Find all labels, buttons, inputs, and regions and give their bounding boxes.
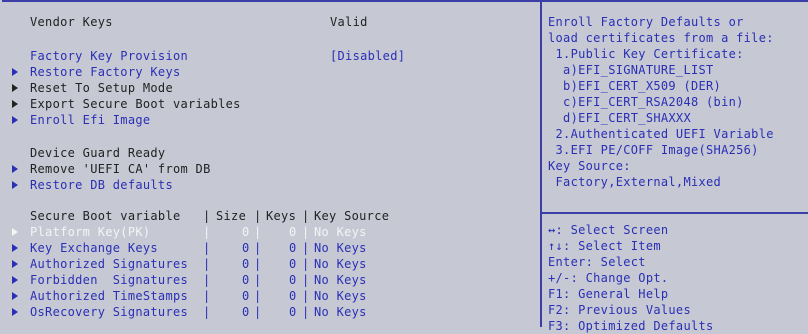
column-divider: |: [302, 289, 310, 303]
submenu-arrow-icon: [12, 228, 18, 236]
table-row-size: 0: [242, 289, 250, 303]
table-header-size: Size: [216, 209, 247, 223]
table-row-name[interactable]: OsRecovery Signatures: [30, 304, 188, 320]
table-row-size: 0: [242, 241, 250, 255]
help-line: 2.Authenticated UEFI Variable: [548, 127, 774, 141]
table-row-keys: 0: [289, 241, 297, 255]
key-help-f3: F3: Optimized Defaults: [548, 319, 714, 333]
column-divider: |: [302, 241, 310, 255]
table-row-source: No Keys: [314, 273, 367, 287]
table-row-keys: 0: [289, 305, 297, 319]
column-divider: |: [254, 209, 262, 223]
submenu-arrow-icon: [12, 260, 18, 268]
column-divider: |: [203, 257, 211, 271]
column-divider: |: [254, 273, 262, 287]
table-row-size: 0: [242, 273, 250, 287]
table-row-keys: 0: [289, 225, 297, 239]
submenu-arrow-icon: [12, 181, 18, 189]
submenu-arrow-icon: [12, 308, 18, 316]
vendor-keys-label: Vendor Keys: [30, 15, 113, 29]
submenu-arrow-icon: [12, 100, 18, 108]
table-row-name[interactable]: Authorized Signatures: [30, 256, 188, 272]
column-divider: |: [302, 225, 310, 239]
submenu-arrow-icon: [12, 276, 18, 284]
column-divider: |: [254, 305, 262, 319]
table-row-source: No Keys: [314, 225, 367, 239]
help-line: a)EFI_SIGNATURE_LIST: [548, 63, 714, 77]
factory-key-provision-value[interactable]: [Disabled]: [330, 48, 405, 64]
table-row-size: 0: [242, 225, 250, 239]
column-divider: |: [302, 273, 310, 287]
submenu-arrow-icon: [12, 68, 18, 76]
remove-uefi-ca-item[interactable]: Remove 'UEFI CA' from DB: [30, 161, 211, 177]
column-divider: |: [302, 305, 310, 319]
help-line: d)EFI_CERT_SHAXXX: [548, 111, 691, 125]
table-row-size: 0: [242, 257, 250, 271]
column-divider: |: [203, 305, 211, 319]
column-divider: |: [254, 289, 262, 303]
table-header-key-source: Key Source: [314, 209, 390, 223]
bios-screen: Vendor Keys Valid Factory Key Provision …: [2, 0, 808, 333]
column-divider: |: [254, 241, 262, 255]
reset-to-setup-mode-item[interactable]: Reset To Setup Mode: [30, 80, 173, 96]
table-row-keys: 0: [289, 257, 297, 271]
help-divider: [542, 212, 808, 214]
settings-pane: Vendor Keys Valid Factory Key Provision …: [4, 0, 542, 327]
column-divider: |: [203, 273, 211, 287]
column-divider: |: [302, 209, 310, 223]
table-row-source: No Keys: [314, 289, 367, 303]
table-row-source: No Keys: [314, 257, 367, 271]
device-guard-ready-label: Device Guard Ready: [30, 146, 166, 160]
submenu-arrow-icon: [12, 165, 18, 173]
table-row-name[interactable]: Forbidden Signatures: [30, 272, 188, 288]
table-header-variable: Secure Boot variable: [30, 209, 181, 223]
table-header-keys: Keys: [266, 209, 297, 223]
submenu-arrow-icon: [12, 116, 18, 124]
column-divider: |: [203, 225, 211, 239]
column-divider: |: [203, 209, 211, 223]
vendor-keys-value: Valid: [330, 15, 368, 29]
help-line: 1.Public Key Certificate:: [548, 47, 744, 61]
export-secure-boot-variables-item[interactable]: Export Secure Boot variables: [30, 96, 241, 112]
key-help-select-screen: ↔: Select Screen: [548, 223, 669, 237]
submenu-arrow-icon: [12, 84, 18, 92]
table-row-name[interactable]: Authorized TimeStamps: [30, 288, 188, 304]
help-line: load certificates from a file:: [548, 31, 774, 45]
table-row-keys: 0: [289, 289, 297, 303]
table-row-keys: 0: [289, 273, 297, 287]
help-line: Enroll Factory Defaults or: [548, 15, 744, 29]
enroll-efi-image-item[interactable]: Enroll Efi Image: [30, 112, 150, 128]
restore-factory-keys-item[interactable]: Restore Factory Keys: [30, 64, 181, 80]
key-help-select-item: ↑↓: Select Item: [548, 239, 661, 253]
key-help-enter: Enter: Select: [548, 255, 646, 269]
key-help-f1: F1: General Help: [548, 287, 669, 301]
submenu-arrow-icon: [12, 244, 18, 252]
column-divider: |: [254, 225, 262, 239]
table-row-source: No Keys: [314, 305, 367, 319]
column-divider: |: [254, 257, 262, 271]
table-row-name[interactable]: Key Exchange Keys: [30, 240, 158, 256]
submenu-arrow-icon: [12, 292, 18, 300]
key-help-f2: F2: Previous Values: [548, 303, 691, 317]
help-line: Key Source:: [548, 159, 631, 173]
help-line: c)EFI_CERT_RSA2048 (bin): [548, 95, 744, 109]
key-help-change-opt: +/-: Change Opt.: [548, 271, 669, 285]
restore-db-defaults-item[interactable]: Restore DB defaults: [30, 177, 173, 193]
table-row-size: 0: [242, 305, 250, 319]
help-line: Factory,External,Mixed: [548, 175, 722, 189]
help-line: b)EFI_CERT_X509 (DER): [548, 79, 722, 93]
table-row-name[interactable]: Platform Key(PK): [30, 224, 150, 240]
table-row-source: No Keys: [314, 241, 367, 255]
column-divider: |: [203, 289, 211, 303]
column-divider: |: [203, 241, 211, 255]
factory-key-provision-label[interactable]: Factory Key Provision: [30, 48, 188, 64]
help-line: 3.EFI PE/COFF Image(SHA256): [548, 143, 759, 157]
column-divider: |: [302, 257, 310, 271]
